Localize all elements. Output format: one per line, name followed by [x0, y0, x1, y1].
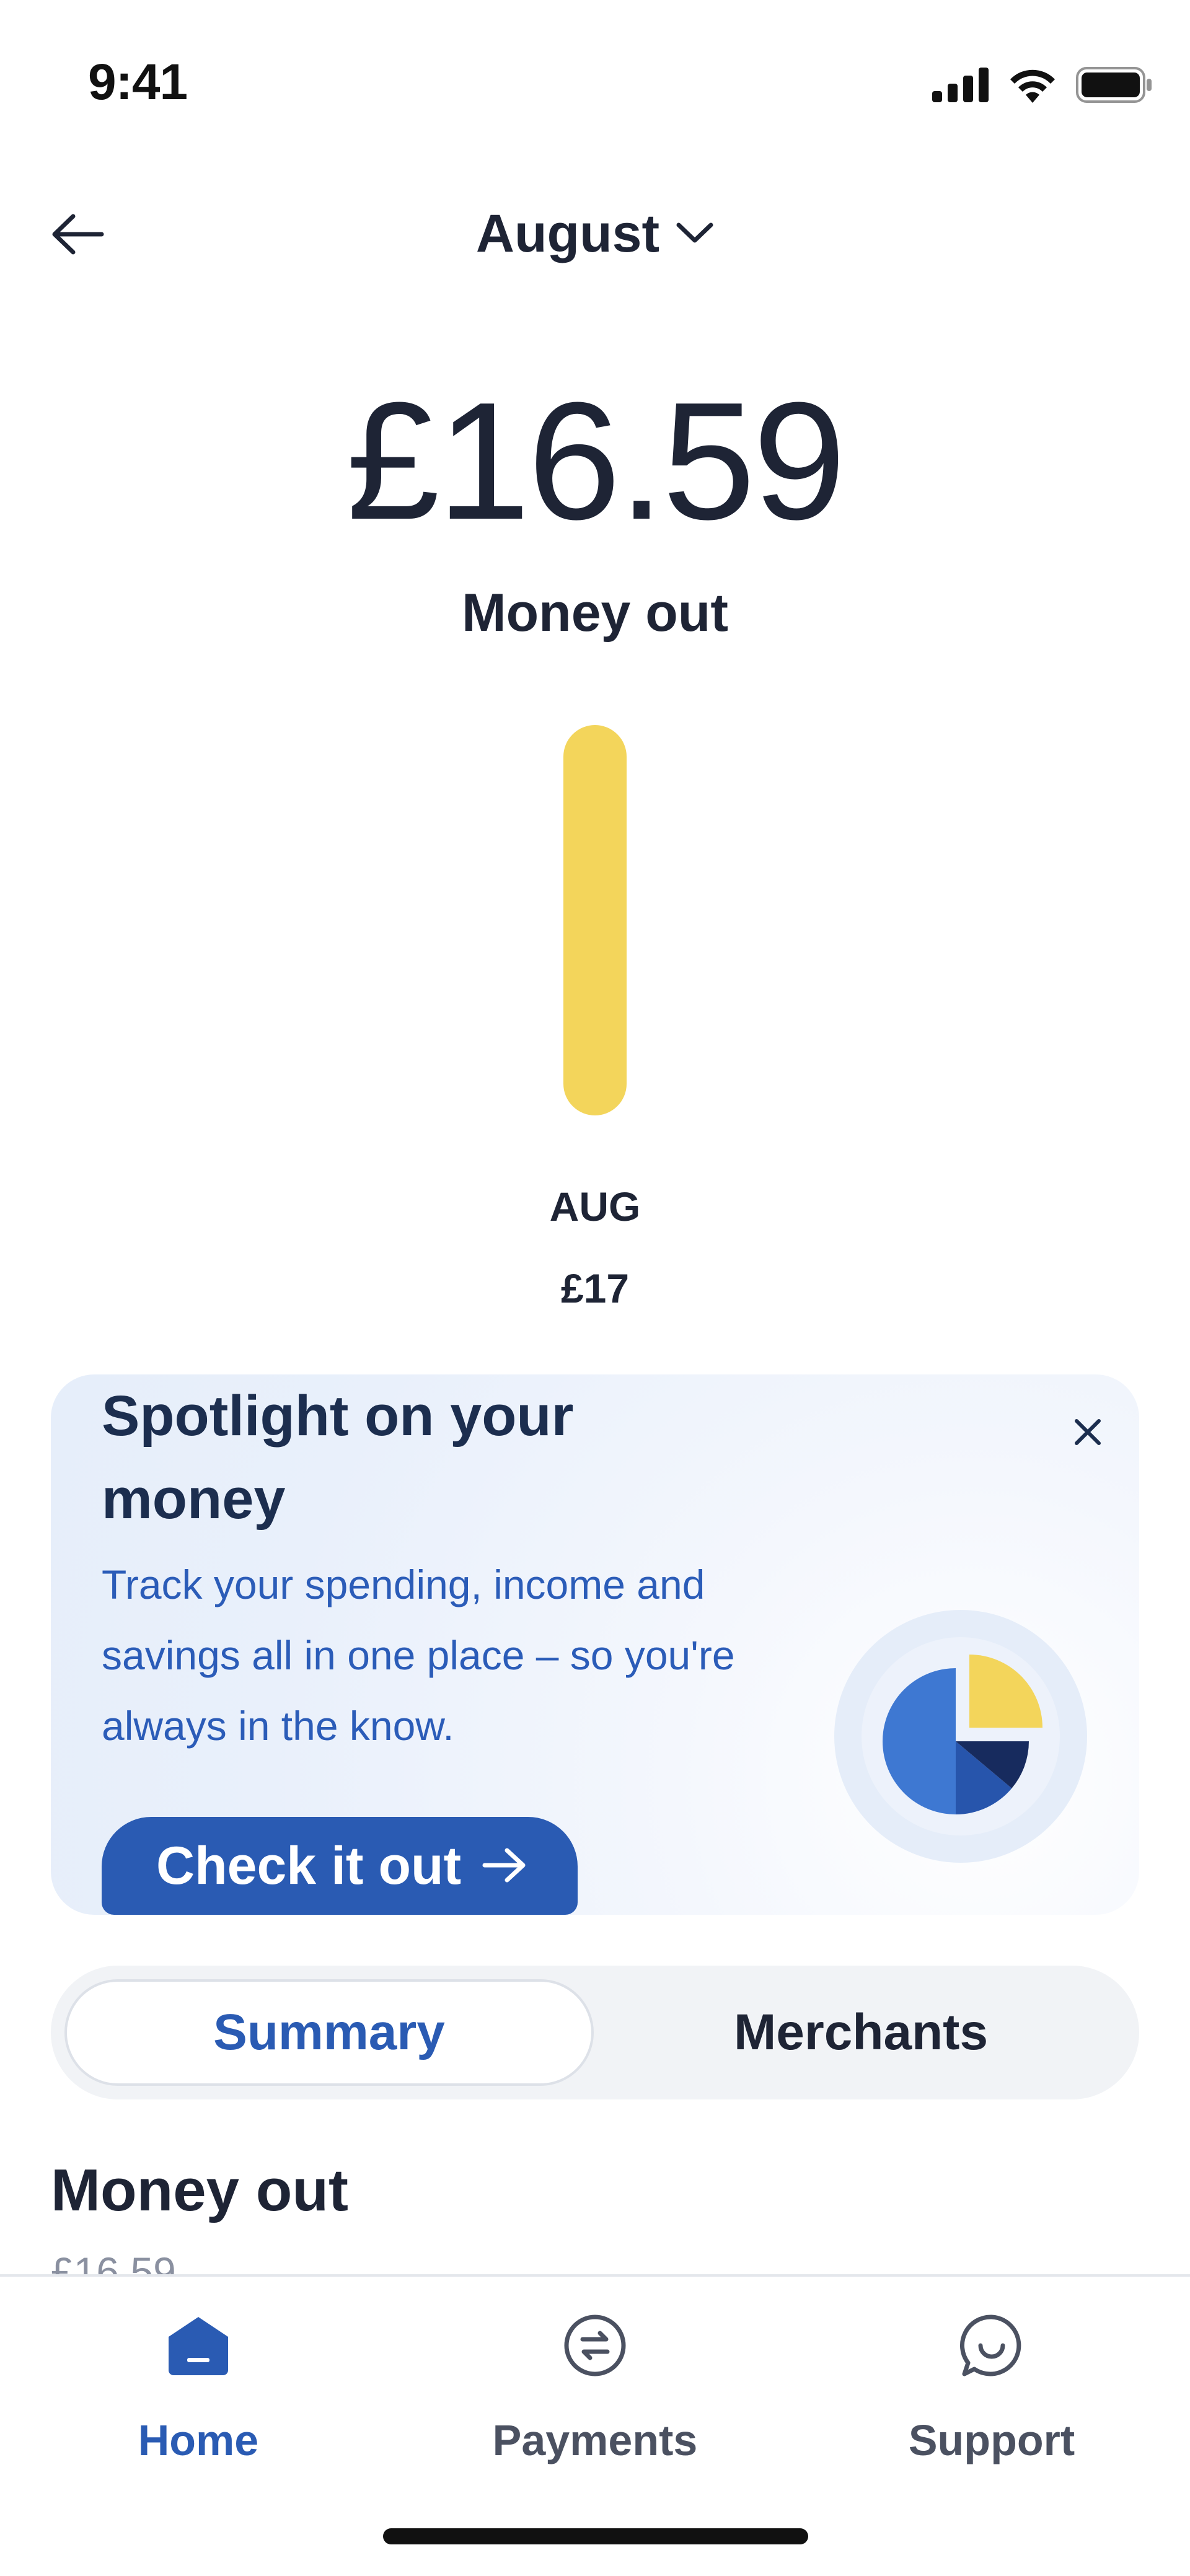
chevron-down-icon [676, 220, 714, 248]
money-out-amount: £16.59 [346, 368, 846, 555]
month-selector: August [0, 203, 1190, 265]
spotlight-description: Track your spending, income and savings … [102, 1562, 735, 1749]
chart-bar-aug[interactable] [563, 725, 627, 1115]
close-icon [1073, 1417, 1103, 1450]
status-bar: 9:41 [0, 0, 1190, 161]
month-dropdown[interactable]: August [476, 203, 714, 265]
nav-payments[interactable]: Payments [465, 2293, 725, 2479]
nav-payments-label: Payments [492, 2416, 698, 2464]
status-icons [932, 67, 1153, 106]
status-time: 9:41 [88, 54, 188, 110]
home-icon [164, 2311, 232, 2380]
wifi-icon [1008, 67, 1057, 106]
pie-chart-illustration-icon [834, 1610, 1087, 1863]
chart-tick-label: AUG [550, 1184, 641, 1229]
month-label: August [475, 204, 660, 263]
nav-support-label: Support [908, 2416, 1075, 2464]
support-chat-icon [958, 2311, 1026, 2380]
section-title: Money out [51, 2157, 348, 2223]
tab-summary[interactable]: Summary [64, 1979, 594, 2086]
payments-transfer-icon [561, 2311, 629, 2380]
tab-merchants[interactable]: Merchants [596, 1979, 1126, 2086]
chart-value-label: £17 [561, 1265, 629, 1311]
money-out-label: Money out [462, 583, 728, 643]
money-insights-screen: 9:41 August £16.59 Money out AUG £17 Spo… [0, 0, 1190, 2576]
spotlight-close-button[interactable] [1054, 1399, 1122, 1467]
battery-icon [1076, 67, 1153, 106]
cta-label: Check it out [156, 1835, 462, 1896]
nav-home-label: Home [138, 2416, 259, 2464]
nav-home[interactable]: Home [68, 2293, 328, 2479]
spotlight-title: Spotlight on your money [102, 1384, 574, 1531]
nav-support[interactable]: Support [862, 2293, 1122, 2479]
check-it-out-button[interactable]: Check it out [102, 1817, 578, 1915]
cellular-signal-icon [932, 68, 989, 105]
home-indicator [383, 2528, 808, 2544]
arrow-right-icon [482, 1835, 527, 1897]
monthly-spending-chart: AUG £17 [550, 725, 641, 1311]
